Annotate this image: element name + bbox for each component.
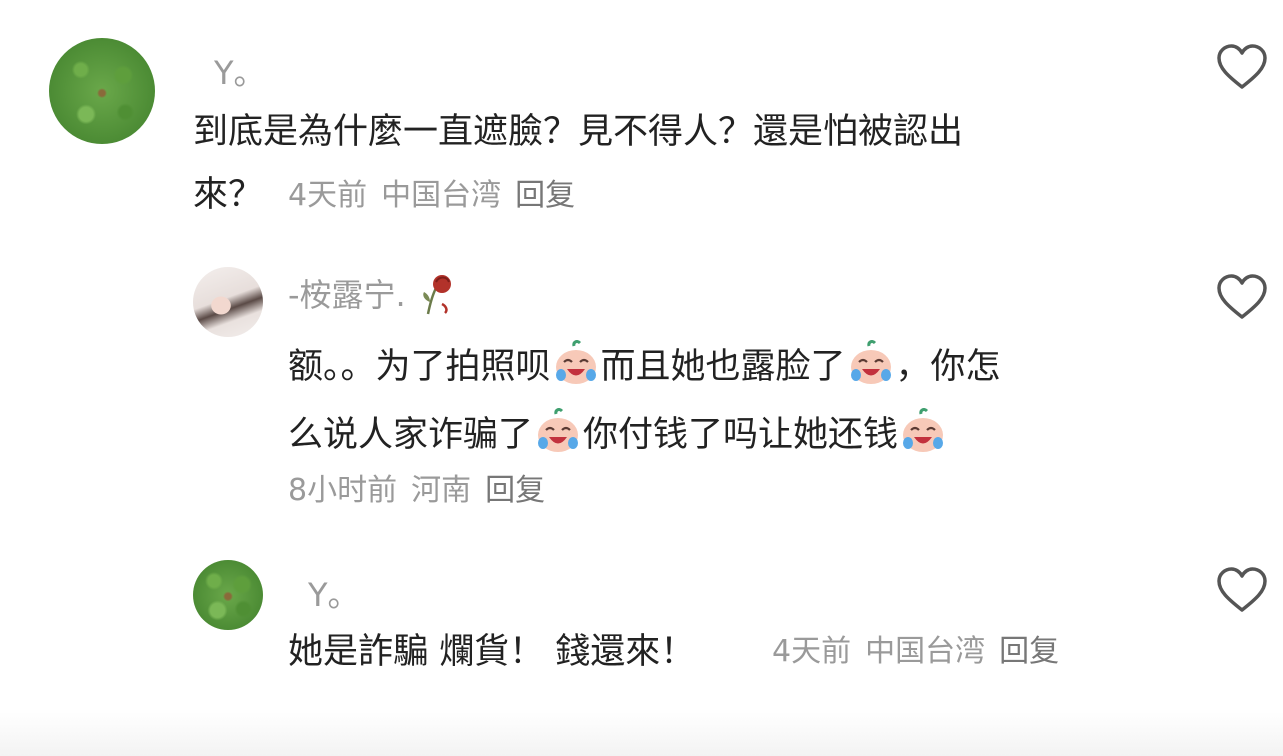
- heart-outline-icon[interactable]: [1216, 566, 1268, 614]
- comment-text: 她是詐騙 爛貨！ 錢還來！: [288, 632, 696, 672]
- comment-meta: 8小时前 河南 回复: [288, 476, 559, 506]
- location: 中国台湾: [865, 634, 986, 669]
- comment-item: Y。 到底是為什麼一直遮臉？見不得人？還是怕被認出 來？ 4天前 中国台湾 回复: [0, 0, 1283, 240]
- comment-text-line-2: 來？: [193, 175, 264, 215]
- username[interactable]: Y。: [308, 570, 360, 616]
- comment-meta: 4天前 中国台湾 回复: [772, 637, 1073, 667]
- text-segment: 额。。为了拍照呗: [288, 347, 551, 387]
- timestamp: 8小时前: [288, 473, 398, 508]
- comment-text-line-1: 额。。为了拍照呗 而且她也露脸了 ，你怎: [288, 340, 1001, 388]
- username[interactable]: -桉露宁.: [288, 270, 458, 316]
- text-segment: 么说人家诈骗了: [288, 415, 534, 455]
- reply-button[interactable]: 回复: [999, 634, 1059, 669]
- username-text: -桉露宁.: [288, 276, 406, 314]
- text-segment: ，你怎: [895, 347, 1001, 387]
- location: 河南: [411, 473, 472, 508]
- reply-item: Y。 她是詐騙 爛貨！ 錢還來！ 4天前 中国台湾 回复: [0, 530, 1283, 712]
- text-segment: 你付钱了吗让她还钱: [583, 415, 899, 455]
- heart-outline-icon[interactable]: [1216, 273, 1268, 321]
- username[interactable]: Y。: [214, 48, 266, 94]
- timestamp: 4天前: [288, 178, 368, 213]
- reply-button[interactable]: 回复: [485, 473, 545, 508]
- crying-laughing-face-icon: [555, 340, 596, 384]
- avatar[interactable]: [193, 560, 263, 630]
- heart-outline-icon[interactable]: [1216, 43, 1268, 91]
- location: 中国台湾: [381, 178, 502, 213]
- crying-laughing-face-icon: [538, 408, 579, 452]
- reply-item: -桉露宁. 额。。为了拍照呗 而且她也露脸了 ，你怎 么说人家诈骗了 你付钱了吗…: [0, 240, 1283, 530]
- text-segment: 而且她也露脸了: [600, 347, 846, 387]
- timestamp: 4天前: [772, 634, 852, 669]
- wilted-rose-icon: [422, 275, 451, 315]
- comment-text-line-2: 么说人家诈骗了 你付钱了吗让她还钱: [288, 408, 948, 456]
- comment-text-line-1: 到底是為什麼一直遮臉？見不得人？還是怕被認出: [193, 112, 964, 152]
- bottom-fade: [0, 712, 1283, 756]
- comment-meta: 4天前 中国台湾 回复: [288, 181, 589, 211]
- reply-button[interactable]: 回复: [515, 178, 575, 213]
- avatar[interactable]: [193, 267, 263, 337]
- avatar[interactable]: [49, 38, 155, 144]
- crying-laughing-face-icon: [903, 408, 944, 452]
- crying-laughing-face-icon: [850, 340, 891, 384]
